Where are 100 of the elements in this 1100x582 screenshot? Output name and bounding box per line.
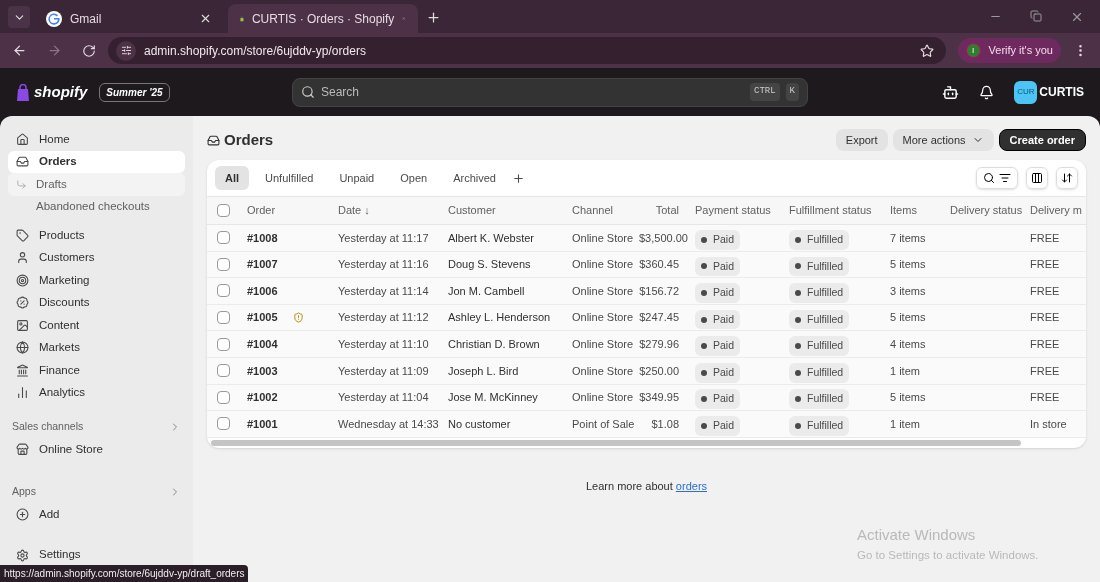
shopify-wordmark: shopify (34, 81, 88, 102)
nav-subitem[interactable]: Abandoned checkouts (8, 195, 185, 218)
checkbox[interactable] (216, 204, 230, 217)
table-cell-text: Christian D. Brown (447, 336, 541, 352)
column-header[interactable]: Items (882, 202, 942, 219)
checkbox[interactable] (216, 311, 230, 325)
store-name[interactable]: CURTIS (1039, 83, 1084, 101)
table-cell-text: 7 items (889, 230, 927, 246)
order-row[interactable]: #1007 Yesterday at 11:16 Doug S. Stevens Online Store $360.45 Paid Fulfilled 5 items FREE (207, 251, 1086, 279)
store-icon (16, 443, 29, 456)
nav-item[interactable]: Finance (8, 359, 185, 382)
column-header[interactable]: Delivery status (942, 202, 1022, 219)
nav-item[interactable]: Content (8, 314, 185, 337)
table-cell-text: #1002 (246, 390, 279, 406)
checkbox[interactable] (216, 257, 230, 271)
nav-item[interactable]: Settings (8, 544, 185, 566)
nav-item[interactable]: Markets (8, 336, 185, 359)
close-icon[interactable] (1070, 10, 1084, 24)
nav-item[interactable]: Add (8, 503, 185, 526)
nav-item[interactable]: Products (8, 224, 185, 247)
column-header[interactable]: Fulfillment status (781, 202, 882, 219)
column-header[interactable]: Total (631, 202, 687, 219)
bell-icon[interactable] (979, 84, 995, 100)
table-cell-text: Jose M. McKinney (447, 390, 539, 406)
orders-link[interactable]: orders (675, 479, 708, 492)
browser-tab[interactable]: Gmail (34, 4, 224, 33)
nav-item[interactable]: Discounts (8, 291, 185, 314)
scrollbar[interactable] (211, 439, 1021, 446)
nav-item[interactable]: Customers (8, 246, 185, 269)
filter-icon (999, 172, 1011, 184)
search-bar[interactable]: Search CTRL K (292, 77, 808, 107)
nav-subitem[interactable]: Drafts (8, 173, 185, 196)
export-button[interactable]: Export (835, 129, 888, 151)
nav-item[interactable]: Orders (8, 150, 185, 173)
table-cell-text: $247.45 (638, 310, 680, 326)
checkbox[interactable] (216, 417, 230, 431)
checkbox[interactable] (216, 284, 230, 298)
close-icon[interactable] (199, 12, 212, 25)
browser-tab[interactable]: CURTIS · Orders · Shopify (228, 4, 418, 33)
inbox-icon (16, 155, 29, 169)
order-row[interactable]: #1002 Yesterday at 11:04 Jose M. McKinney Online Store $349.95 Paid Fulfilled 5 items FREE (207, 384, 1086, 412)
filter-tab[interactable]: All (215, 166, 250, 190)
filter-tab[interactable]: Unfulfilled (255, 166, 324, 190)
column-header[interactable]: Customer (440, 202, 564, 219)
order-row[interactable]: #1006 Yesterday at 11:14 Jon M. Cambell Online Store $156.72 Paid Fulfilled 3 items FREE (207, 278, 1086, 305)
store-avatar[interactable]: CUR (1014, 80, 1038, 104)
sort-button[interactable] (1056, 167, 1078, 189)
column-header[interactable]: Channel (564, 202, 631, 219)
shortcut-key: CTRL (750, 83, 780, 101)
reload-icon[interactable] (82, 43, 96, 58)
order-row[interactable]: #1008 Yesterday at 11:17 Albert K. Webster Online Store $3,500.00 Paid Fulfilled 7 items FREE (207, 225, 1086, 252)
add-view-icon[interactable] (511, 171, 525, 185)
address-bar[interactable]: admin.shopify.com/store/6ujddv-yp/orders (108, 37, 946, 64)
search-field[interactable]: Search (321, 83, 744, 101)
section-header[interactable]: Apps (8, 481, 185, 503)
search-filter-button[interactable] (976, 167, 1018, 189)
checkbox[interactable] (216, 337, 230, 351)
gear-icon (16, 548, 29, 562)
menu-button[interactable]: More actions (892, 129, 994, 151)
image-icon (16, 318, 29, 332)
table-cell-text: Albert K. Webster (447, 230, 535, 246)
nav-item[interactable]: Marketing (8, 269, 185, 292)
table-cell-text: FREE (1029, 310, 1061, 326)
checkbox[interactable] (216, 390, 230, 404)
order-row[interactable]: #1005 Yesterday at 11:12 Ashley L. Henderson Online Store $247.45 Paid Fulfilled 5 items FREE (207, 304, 1086, 332)
table-cell-text: Online Store (571, 336, 631, 352)
forward-icon[interactable] (47, 43, 62, 58)
back-icon[interactable] (12, 43, 27, 58)
filter-tab[interactable]: Archived (443, 166, 506, 190)
tab-list-button[interactable] (8, 6, 30, 28)
new-tab-icon[interactable] (426, 10, 441, 25)
column-header[interactable]: Order (239, 202, 330, 219)
order-row[interactable]: #1001 Wednesday at 14:33 No customer Point of Sale $1.08 Paid Fulfilled 1 item In store (207, 411, 1086, 438)
bookmark-star-icon[interactable] (919, 43, 934, 58)
table-cell-text: 1 item (889, 416, 921, 432)
columns-button[interactable] (1026, 167, 1048, 189)
status-badge: Fulfilled (789, 336, 850, 357)
column-header[interactable]: Payment status (687, 202, 781, 219)
search-icon (301, 85, 315, 99)
checkbox[interactable] (216, 231, 230, 245)
site-settings-icon[interactable] (120, 45, 132, 56)
assistant-icon[interactable] (942, 83, 960, 101)
order-row[interactable]: #1004 Yesterday at 11:10 Christian D. Brown Online Store $279.96 Paid Fulfilled 4 items FREE (207, 331, 1086, 358)
table-cell-text: #1008 (246, 230, 279, 246)
nav-item[interactable]: Home (8, 128, 185, 151)
verify-button[interactable]: I Verify it's you (957, 38, 1061, 63)
table-cell-text: #1001 (246, 416, 279, 432)
order-row[interactable]: #1003 Yesterday at 11:09 Joseph L. Bird Online Store $250.00 Paid Fulfilled 1 item FREE (207, 357, 1086, 385)
create-button[interactable]: Create order (998, 129, 1086, 151)
filter-tab[interactable]: Open (390, 166, 438, 190)
filter-tab[interactable]: Unpaid (329, 166, 385, 190)
nav-item[interactable]: Online Store (8, 438, 185, 461)
nav-item[interactable]: Analytics (8, 381, 185, 404)
checkbox[interactable] (216, 364, 230, 378)
restore-icon[interactable] (1030, 10, 1042, 22)
column-header[interactable]: Date ↓ (330, 202, 440, 219)
status-badge: Fulfilled (789, 283, 850, 303)
table-cell-text: 1 item (889, 363, 921, 379)
column-header[interactable]: Delivery m (1022, 202, 1082, 219)
section-header[interactable]: Sales channels (8, 416, 185, 438)
